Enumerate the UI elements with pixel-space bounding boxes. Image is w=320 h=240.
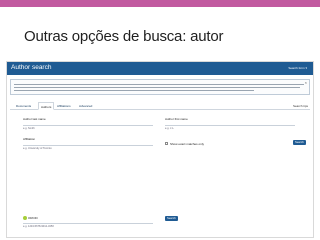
tab-advanced[interactable]: Advanced — [77, 102, 94, 110]
app-header: Author search Search form ▾ — [7, 62, 313, 75]
tab-affiliations[interactable]: Affiliations — [55, 102, 73, 110]
notice-text-line — [14, 84, 304, 85]
search-button[interactable]: Search — [293, 140, 306, 145]
app-title: Author search — [11, 64, 52, 71]
slide: Outras opções de busca: autor Author sea… — [0, 0, 320, 240]
last-name-label: Author last name — [23, 117, 46, 121]
last-name-input[interactable] — [23, 125, 153, 126]
tab-authors[interactable]: Authors — [38, 102, 55, 110]
orcid-icon — [23, 216, 27, 220]
tab-documents[interactable]: Documents — [14, 102, 33, 110]
search-form-link[interactable]: Search form ▾ — [288, 66, 307, 70]
first-name-input[interactable] — [165, 125, 295, 126]
accent-bar — [0, 0, 320, 7]
last-name-hint: e.g. Smith — [23, 127, 35, 130]
slide-title: Outras opções de busca: autor — [24, 28, 224, 45]
first-name-label: Author first name — [165, 117, 188, 121]
close-icon[interactable]: × — [305, 80, 307, 85]
orcid-hint: e.g. 1234-5678-9012-345X — [23, 225, 55, 228]
search-tabs: Documents Authors Affiliations Advanced … — [10, 102, 310, 110]
orcid-input[interactable] — [23, 223, 153, 224]
affiliation-hint: e.g. University of Toronto — [23, 147, 52, 150]
notice-text-line — [14, 87, 300, 88]
first-name-hint: e.g. J.L. — [165, 127, 175, 130]
exact-match-checkbox[interactable] — [165, 142, 168, 145]
affiliation-input[interactable] — [23, 145, 153, 146]
exact-match-label: Show exact matches only — [170, 142, 205, 146]
orcid-label: ORCID — [28, 216, 38, 220]
screenshot-frame: Author search Search form ▾ × Documents … — [6, 61, 314, 238]
notice-box: × — [10, 79, 310, 95]
search-tips-link[interactable]: Search tips — [293, 104, 308, 108]
orcid-search-button[interactable]: Search — [165, 216, 178, 221]
notice-text-line — [14, 90, 254, 91]
affiliation-label: Affiliation — [23, 137, 36, 141]
author-search-form: Author last name e.g. Smith Author first… — [10, 113, 310, 233]
